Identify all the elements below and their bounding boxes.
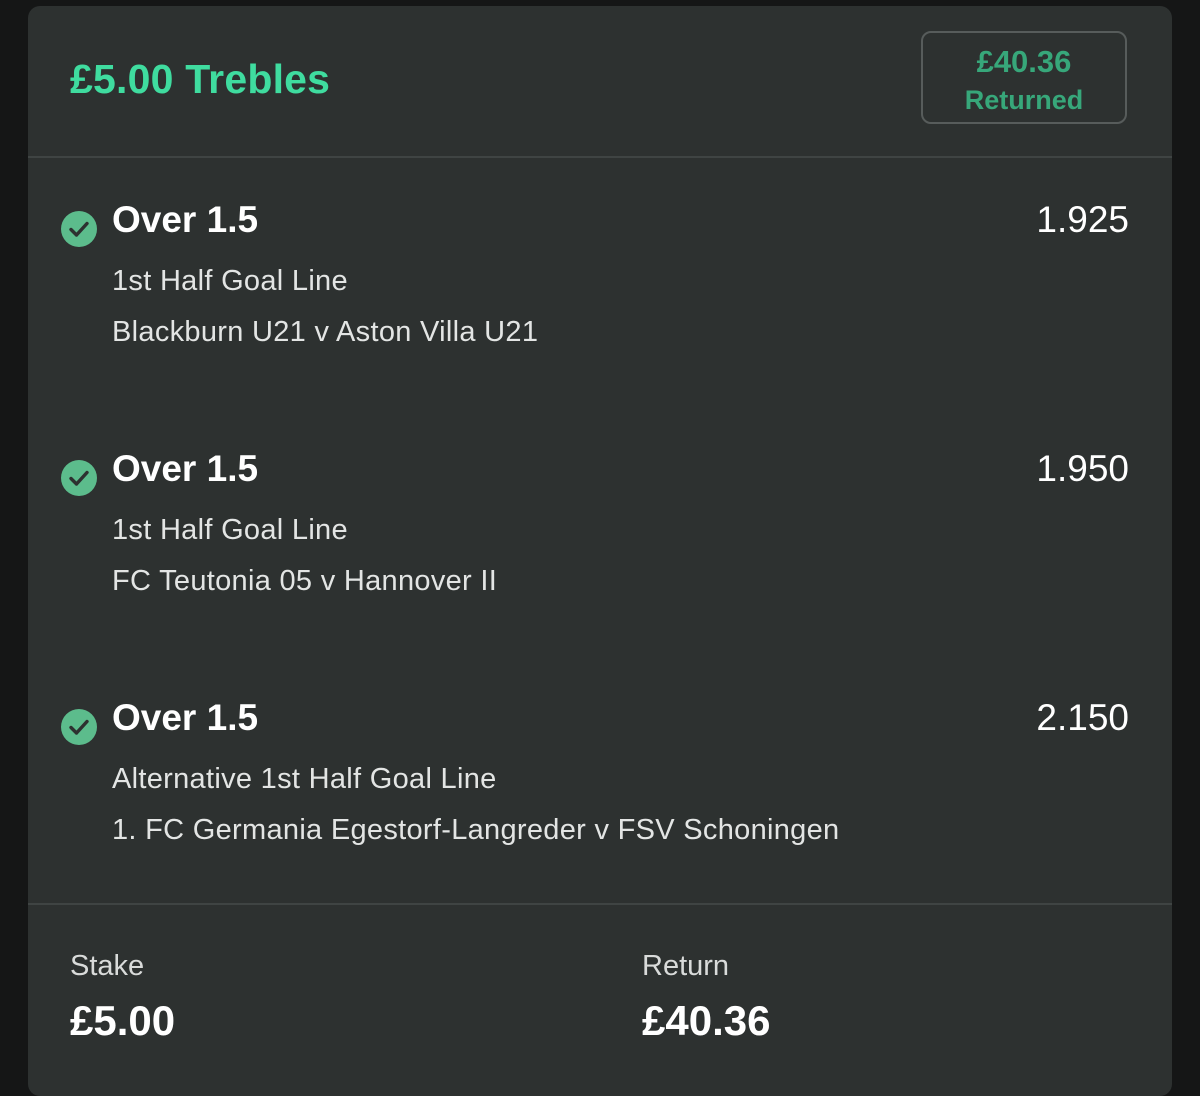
stake-label: Stake [70, 950, 145, 982]
return-label: Return [642, 950, 730, 982]
selection-odds: 2.150 [1036, 697, 1129, 738]
selection-name: Over 1.5 [112, 199, 259, 240]
returned-amount: £40.36 [976, 44, 1072, 79]
returned-badge: £40.36 Returned [921, 31, 1127, 124]
selection-market: 1st Half Goal Line [112, 514, 348, 546]
selection-name: Over 1.5 [112, 448, 259, 489]
selection-item: Over 1.5 1.950 1st Half Goal Line FC Teu… [28, 448, 1172, 660]
selection-event: FC Teutonia 05 v Hannover II [112, 565, 498, 597]
returned-label: Returned [964, 85, 1084, 115]
bet-card: £5.00 Trebles £40.36 Returned Over 1.5 1… [28, 6, 1172, 1096]
selection-odds: 1.950 [1036, 448, 1129, 489]
bet-header: £5.00 Trebles £40.36 Returned [28, 6, 1172, 158]
selection-event: 1. FC Germania Egestorf-Langreder v FSV … [112, 814, 840, 846]
selection-item: Over 1.5 2.150 Alternative 1st Half Goal… [28, 697, 1172, 909]
return-value: £40.36 [642, 997, 771, 1044]
selection-market: 1st Half Goal Line [112, 265, 348, 297]
check-circle-icon [61, 460, 97, 496]
bet-title: £5.00 Trebles [70, 56, 331, 102]
stake-value: £5.00 [70, 997, 176, 1044]
selection-name: Over 1.5 [112, 697, 259, 738]
check-circle-icon [61, 211, 97, 247]
selection-event: Blackburn U21 v Aston Villa U21 [112, 316, 539, 348]
bet-footer: Stake £5.00 Return £40.36 [28, 903, 1172, 1096]
selection-market: Alternative 1st Half Goal Line [112, 763, 497, 795]
selection-item: Over 1.5 1.925 1st Half Goal Line Blackb… [28, 199, 1172, 411]
check-circle-icon [61, 709, 97, 745]
selection-odds: 1.925 [1036, 199, 1129, 240]
